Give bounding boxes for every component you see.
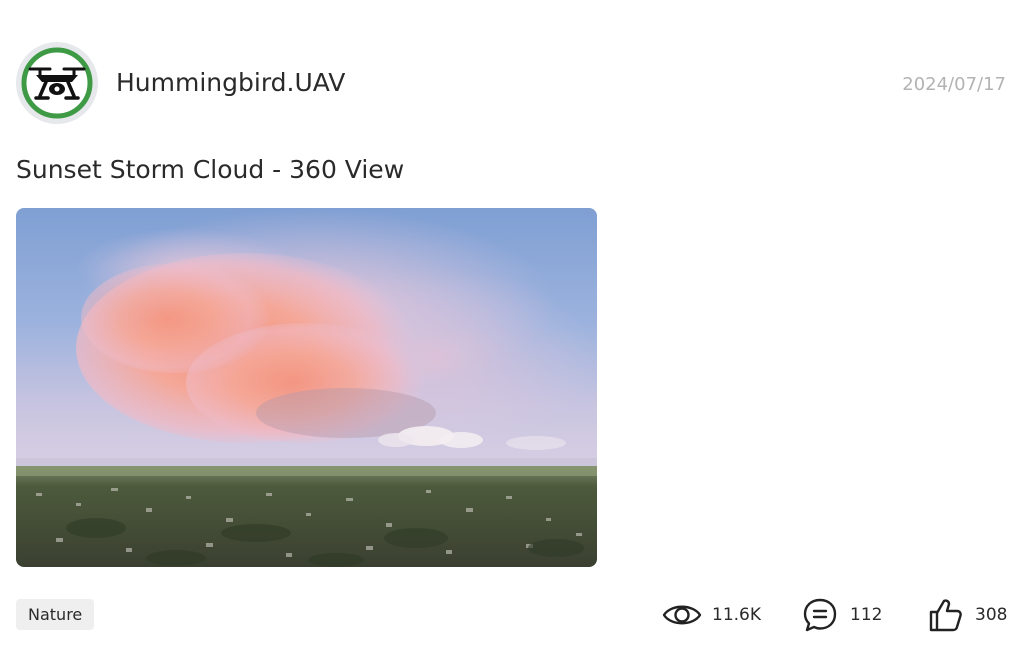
post-card: Hummingbird.UAV 2024/07/17 Sunset Storm … [0,0,1024,660]
views-stat: 11.6K [662,597,761,633]
post-date: 2024/07/17 [902,74,1006,95]
drone-logo-icon [21,47,93,119]
views-count: 11.6K [712,605,761,625]
likes-stat[interactable]: 308 [925,597,1007,633]
thumbs-up-icon [925,597,965,633]
category-tag[interactable]: Nature [16,599,95,630]
avatar[interactable] [16,42,98,124]
comments-stat[interactable]: 112 [800,597,882,633]
author-name[interactable]: Hummingbird.UAV [116,68,345,97]
likes-count: 308 [975,605,1008,625]
eye-icon [662,597,702,633]
comment-bubble-icon [800,597,840,633]
comments-count: 112 [850,605,883,625]
post-header: Hummingbird.UAV 2024/07/17 [16,42,1006,124]
post-title[interactable]: Sunset Storm Cloud - 360 View [16,155,404,184]
post-image[interactable] [16,208,597,567]
